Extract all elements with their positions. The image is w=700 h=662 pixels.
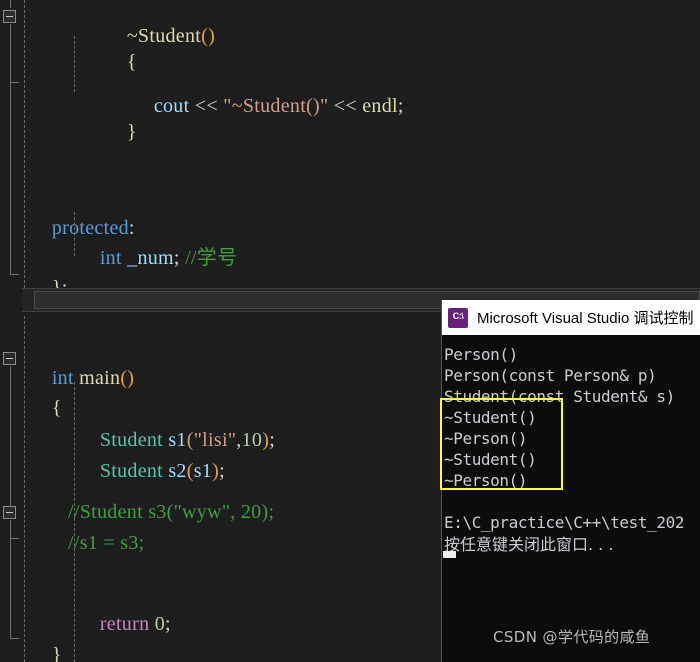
indent-guide xyxy=(74,36,75,92)
console-cursor xyxy=(443,551,456,558)
code-token-variable-s1: s1 xyxy=(193,460,213,482)
code-line-main-close-brace[interactable]: } xyxy=(20,625,62,662)
code-line-main-open-brace[interactable]: { xyxy=(20,378,62,438)
editor-gutter[interactable] xyxy=(0,0,22,662)
destructor-output-highlight-box xyxy=(440,398,563,490)
code-line-destructor-cout[interactable]: cout << "~Student()" << endl; xyxy=(122,76,404,136)
code-token-shift-operator: << xyxy=(333,95,357,117)
code-token-brace: } xyxy=(126,121,137,143)
screenshot-root: ~Student() { cout << "~Student()" << end… xyxy=(0,0,700,662)
code-token-parens: () xyxy=(120,367,135,389)
code-token-comment: //学号 xyxy=(185,247,238,269)
code-token-brace: } xyxy=(51,644,62,662)
code-token-brace: { xyxy=(51,397,62,419)
code-token-member-name: _num xyxy=(127,247,174,269)
visual-studio-console-icon: C:\ xyxy=(448,307,468,328)
console-output-area[interactable]: Person() Person(const Person& p) Student… xyxy=(442,335,700,662)
collapse-toggle-destructor[interactable] xyxy=(3,10,16,23)
code-token-brace: { xyxy=(126,51,137,73)
outline-rail-end xyxy=(10,538,19,539)
code-token-semicolon: ; xyxy=(397,95,404,117)
code-token-parens: () xyxy=(201,25,216,47)
code-line-s1-assign-comment[interactable]: //s1 = s3; xyxy=(68,533,145,553)
outline-rail-segment xyxy=(10,366,11,506)
outline-rail-segment xyxy=(10,520,11,538)
console-title-text: Microsoft Visual Studio 调试控制 xyxy=(477,310,694,327)
outline-rail-end xyxy=(10,274,19,275)
console-exit-path-line: E:\C_practice\C++\test_202 xyxy=(444,513,685,532)
code-token-keyword-return: return xyxy=(99,613,150,635)
code-line-return[interactable]: return 0; xyxy=(68,594,171,654)
code-line-s3-comment[interactable]: //Student s3("wyw", 20); xyxy=(68,502,274,522)
collapse-toggle-comment-block[interactable] xyxy=(3,506,16,519)
code-token-number: 10 xyxy=(241,429,263,451)
code-token-keyword-int: int xyxy=(99,247,122,269)
outline-rail-segment xyxy=(10,0,11,8)
console-icon-glyph: C:\ xyxy=(452,310,464,321)
code-token-number: 0 xyxy=(154,613,165,635)
console-press-any-key-line: 按任意键关闭此窗口. . . xyxy=(444,535,614,554)
code-token-destructor-name: ~Student xyxy=(126,25,202,47)
outline-rail-segment xyxy=(10,24,11,82)
outline-rail-segment xyxy=(10,538,11,638)
outline-rail-end xyxy=(10,638,19,639)
code-token-endl: endl xyxy=(362,95,398,117)
code-token-variable-s2: s2 xyxy=(168,460,187,482)
code-token-shift-operator: << xyxy=(194,95,218,117)
outline-rail-end xyxy=(10,82,19,83)
code-line-s2-declaration[interactable]: Student s2(s1); xyxy=(68,441,225,501)
console-output-line: Person(const Person& p) xyxy=(444,366,657,385)
code-token-function-main: main xyxy=(79,367,121,389)
code-line-destructor-close-brace[interactable]: } xyxy=(95,102,137,162)
code-token-semicolon: ; xyxy=(269,429,276,451)
code-token-type-student: Student xyxy=(99,460,164,482)
code-token-cout: cout xyxy=(153,95,190,117)
code-token-semicolon: ; xyxy=(219,460,225,482)
collapse-toggle-main[interactable] xyxy=(3,352,16,365)
csdn-watermark: CSDN @学代码的咸鱼 xyxy=(493,628,651,646)
code-token-semicolon: ; xyxy=(165,613,171,635)
console-output-line: Person() xyxy=(444,345,518,364)
outline-rail-segment xyxy=(10,82,11,274)
code-token-string-literal: "~Student()" xyxy=(223,95,329,117)
console-title-bar[interactable]: C:\ Microsoft Visual Studio 调试控制 xyxy=(442,300,700,335)
code-token-paren-open: ( xyxy=(186,460,194,482)
code-line-member-num[interactable]: int _num; //学号 xyxy=(68,228,237,288)
